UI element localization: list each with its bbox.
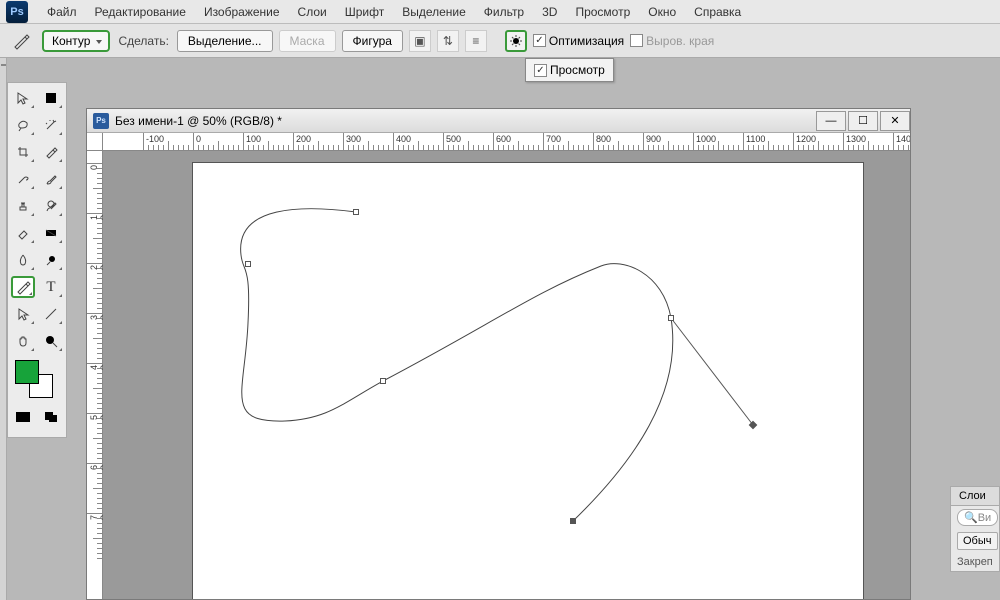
dodge-tool[interactable] bbox=[39, 249, 63, 271]
make-mask-label: Маска bbox=[290, 34, 325, 48]
checkbox-on-icon bbox=[533, 34, 546, 47]
menu-file[interactable]: Файл bbox=[38, 5, 86, 19]
canvas-viewport[interactable] bbox=[103, 151, 910, 599]
ruler-origin[interactable] bbox=[87, 133, 103, 151]
doc-icon: Ps bbox=[93, 113, 109, 129]
eyedropper-tool[interactable] bbox=[39, 141, 63, 163]
layers-panel-partial: Слои 🔍Ви Обыч Закреп bbox=[950, 486, 1000, 572]
make-selection-button[interactable]: Выделение... bbox=[177, 30, 273, 52]
pen-tool[interactable] bbox=[11, 276, 35, 298]
menu-edit[interactable]: Редактирование bbox=[86, 5, 195, 19]
vertical-ruler[interactable]: 0100200300400500600700 bbox=[87, 133, 103, 599]
lock-label: Закреп bbox=[957, 556, 993, 568]
preview-label: Просмотр bbox=[550, 63, 605, 77]
lasso-tool[interactable] bbox=[11, 114, 35, 136]
screen-mode-toggle[interactable] bbox=[39, 406, 63, 428]
magic-wand-tool[interactable] bbox=[39, 114, 63, 136]
menu-select[interactable]: Выделение bbox=[393, 5, 475, 19]
menu-type[interactable]: Шрифт bbox=[336, 5, 393, 19]
toolbox: T bbox=[7, 82, 67, 438]
history-brush-tool[interactable] bbox=[39, 195, 63, 217]
make-label: Сделать: bbox=[118, 34, 168, 48]
path-drawing bbox=[193, 163, 863, 600]
canvas[interactable] bbox=[193, 163, 863, 600]
make-selection-label: Выделение... bbox=[188, 34, 262, 48]
gear-options-button[interactable] bbox=[505, 30, 527, 52]
search-icon: 🔍 bbox=[964, 511, 978, 524]
path-anchor[interactable] bbox=[380, 378, 386, 384]
document-title: Без имени-1 @ 50% (RGB/8) * bbox=[115, 114, 282, 128]
menu-window[interactable]: Окно bbox=[639, 5, 685, 19]
make-shape-button[interactable]: Фигура bbox=[342, 30, 403, 52]
close-button[interactable]: ✕ bbox=[880, 111, 910, 131]
dock-strip bbox=[0, 58, 7, 600]
path-anchor-end[interactable] bbox=[570, 518, 576, 524]
preview-checkbox[interactable] bbox=[534, 64, 547, 77]
menu-image[interactable]: Изображение bbox=[195, 5, 289, 19]
gear-icon bbox=[509, 34, 523, 48]
layer-search-placeholder: Ви bbox=[978, 512, 991, 524]
maximize-button[interactable]: ☐ bbox=[848, 111, 878, 131]
minimize-button[interactable]: — bbox=[816, 111, 846, 131]
path-op-combine-icon[interactable]: ▣ bbox=[409, 30, 431, 52]
menu-help[interactable]: Справка bbox=[685, 5, 750, 19]
path-anchor[interactable] bbox=[353, 209, 359, 215]
move-tool[interactable] bbox=[11, 87, 35, 109]
make-shape-label: Фигура bbox=[353, 34, 392, 48]
path-align-icon[interactable]: ⇅ bbox=[437, 30, 459, 52]
path-anchor[interactable] bbox=[668, 315, 674, 321]
color-swatches[interactable] bbox=[13, 358, 63, 402]
blur-tool[interactable] bbox=[11, 249, 35, 271]
foreground-swatch[interactable] bbox=[15, 360, 39, 384]
layers-tab[interactable]: Слои bbox=[951, 487, 999, 506]
menu-filter[interactable]: Фильтр bbox=[475, 5, 533, 19]
quick-mask-toggle[interactable] bbox=[11, 406, 35, 428]
healing-brush-tool[interactable] bbox=[11, 168, 35, 190]
hand-tool[interactable] bbox=[11, 330, 35, 352]
app-logo: Ps bbox=[6, 1, 28, 23]
pen-mode-label: Контур bbox=[52, 34, 90, 48]
checkbox-off-icon bbox=[630, 34, 643, 47]
menu-view[interactable]: Просмотр bbox=[566, 5, 639, 19]
eraser-tool[interactable] bbox=[11, 222, 35, 244]
menu-bar: Ps Файл Редактирование Изображение Слои … bbox=[0, 0, 1000, 24]
path-arrange-icon[interactable]: ≡ bbox=[465, 30, 487, 52]
make-mask-button: Маска bbox=[279, 30, 336, 52]
pen-tool-indicator-icon bbox=[8, 30, 36, 52]
pen-options-popup: Просмотр bbox=[525, 58, 614, 82]
menu-layers[interactable]: Слои bbox=[289, 5, 336, 19]
brush-tool[interactable] bbox=[39, 168, 63, 190]
options-bar: Контур Сделать: Выделение... Маска Фигур… bbox=[0, 24, 1000, 58]
menu-3d[interactable]: 3D bbox=[533, 5, 566, 19]
pen-mode-dropdown[interactable]: Контур bbox=[42, 30, 110, 52]
line-shape-tool[interactable] bbox=[39, 303, 63, 325]
horizontal-ruler[interactable]: -100010020030040050060070080090010001100… bbox=[103, 133, 910, 151]
clone-stamp-tool[interactable] bbox=[11, 195, 35, 217]
zoom-tool[interactable] bbox=[39, 330, 63, 352]
marquee-tool[interactable] bbox=[39, 87, 63, 109]
align-edges-label: Выров. края bbox=[646, 34, 714, 48]
path-anchor[interactable] bbox=[245, 261, 251, 267]
optimize-checkbox[interactable]: Оптимизация bbox=[533, 34, 624, 48]
crop-tool[interactable] bbox=[11, 141, 35, 163]
path-selection-tool[interactable] bbox=[11, 303, 35, 325]
layer-search[interactable]: 🔍Ви bbox=[957, 509, 998, 526]
gradient-tool[interactable] bbox=[39, 222, 63, 244]
type-tool[interactable]: T bbox=[39, 276, 63, 298]
document-titlebar[interactable]: Ps Без имени-1 @ 50% (RGB/8) * — ☐ ✕ bbox=[87, 109, 910, 133]
optimize-label: Оптимизация bbox=[549, 34, 624, 48]
blend-mode-dropdown[interactable]: Обыч bbox=[957, 532, 998, 550]
align-edges-checkbox[interactable]: Выров. края bbox=[630, 34, 714, 48]
document-window: Ps Без имени-1 @ 50% (RGB/8) * — ☐ ✕ -10… bbox=[86, 108, 911, 600]
